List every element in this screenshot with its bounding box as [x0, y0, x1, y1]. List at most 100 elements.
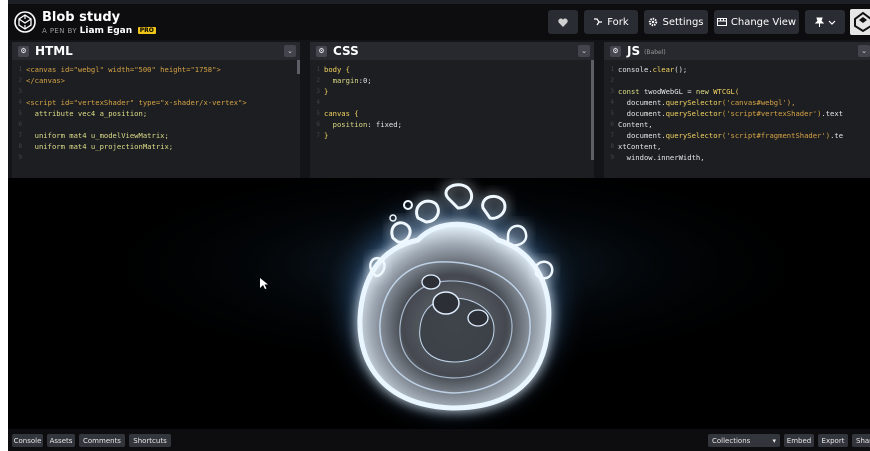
code-token: } — [324, 131, 329, 140]
code-line[interactable]: 9 — [12, 152, 300, 163]
line-number: 1 — [610, 66, 614, 73]
css-scrollbar[interactable] — [591, 60, 594, 160]
code-text: body { — [324, 65, 350, 74]
html-scrollbar[interactable] — [297, 60, 300, 74]
html-settings-gear-icon[interactable]: ⚙ — [18, 45, 29, 57]
code-line[interactable]: 7 document.querySelector('script#fragmen… — [604, 130, 870, 141]
code-token: "webgl" — [73, 65, 109, 74]
line-number: 7 — [18, 132, 22, 139]
code-line[interactable]: 7 uniform mat4 u_modelViewMatrix; — [12, 130, 300, 141]
line-number: 6 — [18, 121, 22, 128]
css-pane-chevron-down-icon[interactable]: ⌄ — [578, 45, 590, 57]
line-number: 3 — [610, 88, 614, 95]
js-pane-chevron-down-icon[interactable]: ⌄ — [858, 45, 870, 57]
line-number: 2 — [316, 77, 320, 84]
line-number: 3 — [316, 88, 320, 95]
code-text: } — [324, 131, 328, 140]
js-settings-gear-icon[interactable]: ⚙ — [610, 45, 621, 57]
code-line[interactable]: 3 const twodWebGL = new WTCGL( — [604, 86, 870, 97]
code-line[interactable]: 5 attribute vec4 a_position; — [12, 108, 300, 119]
code-text: uniform mat4 u_projectionMatrix; — [26, 142, 174, 151]
code-token: window.innerWidth, — [618, 153, 705, 162]
code-token: attribute vec4 a_position; — [26, 109, 148, 118]
code-token: "1758" — [190, 65, 217, 74]
code-text: const twodWebGL = new WTCGL( — [618, 87, 739, 96]
code-line[interactable]: 4 <script id="vertexShader" type="x-shade… — [12, 97, 300, 108]
html-editor-pane[interactable]: ⚙ HTML ⌄ 1 <canvas id="webgl" width="500"… — [12, 42, 300, 178]
change-view-label: Change View — [730, 16, 797, 28]
code-token: document. — [618, 131, 666, 140]
line-number: 9 — [18, 154, 22, 161]
code-token: querySelector — [665, 131, 722, 140]
fork-button[interactable]: Fork — [584, 10, 638, 34]
code-token: id= — [60, 98, 74, 107]
code-line[interactable]: 7} — [310, 130, 594, 141]
assets-button[interactable]: Assets — [47, 434, 75, 447]
pen-title[interactable]: Blob study — [42, 10, 120, 25]
js-editor-pane[interactable]: ⚙ JS (Babel) ⌄ 1 console.clear(); 2 3 const … — [604, 42, 870, 178]
gear-icon — [649, 17, 658, 27]
code-line[interactable]: 1 console.clear(); — [604, 64, 870, 75]
shortcuts-button[interactable]: Shortcuts — [129, 434, 171, 447]
code-token: height= — [160, 65, 191, 74]
author-link[interactable]: Liam Egan — [80, 26, 132, 36]
code-text: document.querySelector('script#vertexSha… — [618, 109, 843, 118]
code-line[interactable]: 6 — [12, 119, 300, 130]
user-avatar[interactable] — [850, 9, 870, 35]
code-text: xtContent, — [618, 142, 661, 151]
code-line[interactable]: 4 — [310, 97, 594, 108]
code-text: <script id="vertexShader" type="x-shader… — [26, 98, 247, 107]
comments-button[interactable]: Comments — [79, 434, 125, 447]
code-text: attribute vec4 a_position; — [26, 109, 148, 118]
js-code[interactable]: 1 console.clear(); 2 3 const twodWebGL = new… — [604, 60, 870, 163]
code-token: body { — [324, 65, 350, 74]
code-line[interactable]: 6 Content, — [604, 119, 870, 130]
code-text: <canvas id="webgl" width="500" height="1… — [26, 65, 221, 74]
result-preview[interactable] — [8, 178, 870, 429]
code-token: ('script#vertexShader') — [721, 109, 822, 118]
code-line[interactable]: 6 position: fixed; — [310, 119, 594, 130]
css-settings-gear-icon[interactable]: ⚙ — [316, 45, 327, 57]
line-number: 6 — [610, 121, 614, 128]
like-button[interactable] — [548, 10, 578, 34]
code-token: const — [618, 87, 644, 96]
code-token: new — [695, 87, 714, 96]
pin-menu-button[interactable] — [805, 10, 845, 34]
code-line[interactable]: 4 document.querySelector('canvas#webgl')… — [604, 97, 870, 108]
code-line[interactable]: 8 xtContent, — [604, 141, 870, 152]
code-line[interactable]: 2 </canvas> — [12, 75, 300, 86]
code-line[interactable]: 5 document.querySelector('script#vertexS… — [604, 108, 870, 119]
css-code[interactable]: 1 body {2 margin:0; 3} 4 5 canvas {6 position… — [310, 60, 594, 141]
embed-button[interactable]: Embed — [784, 434, 814, 447]
html-pane-chevron-down-icon[interactable]: ⌄ — [284, 45, 296, 57]
pen-byline: A PEN BY Liam Egan PRO — [42, 26, 156, 36]
code-line[interactable]: 1 body { — [310, 64, 594, 75]
code-text: uniform mat4 u_modelViewMatrix; — [26, 131, 169, 140]
collections-dropdown[interactable]: Collections ▾ — [708, 434, 780, 447]
js-pane-header: ⚙ JS (Babel) ⌄ — [604, 42, 870, 60]
code-line[interactable]: 5 canvas { — [310, 108, 594, 119]
code-line[interactable]: 2 margin:0; — [310, 75, 594, 86]
line-number: 8 — [610, 143, 614, 150]
settings-button[interactable]: Settings — [644, 10, 708, 34]
share-button[interactable]: Share — [852, 434, 870, 447]
code-line[interactable]: 3 — [12, 86, 300, 97]
pin-icon — [814, 17, 824, 27]
html-code[interactable]: 1 <canvas id="webgl" width="500" height="… — [12, 60, 300, 163]
css-editor-pane[interactable]: ⚙ CSS ⌄ 1 body {2 margin:0; 3} 4 5 canvas {6 … — [310, 42, 594, 178]
footer-bar: Console Assets Comments Shortcuts Collec… — [8, 429, 870, 451]
code-line[interactable]: 2 — [604, 75, 870, 86]
change-view-button[interactable]: Change View — [714, 10, 799, 34]
code-line[interactable]: 9 window.innerWidth, — [604, 152, 870, 163]
export-button[interactable]: Export — [818, 434, 848, 447]
code-token: .te — [830, 131, 844, 140]
codepen-logo-icon[interactable] — [14, 11, 36, 33]
console-button[interactable]: Console — [12, 434, 43, 447]
css-pane-header: ⚙ CSS ⌄ — [310, 42, 594, 60]
code-line[interactable]: 1 <canvas id="webgl" width="500" height="… — [12, 64, 300, 75]
code-line[interactable]: 3} — [310, 86, 594, 97]
code-token: clear — [652, 65, 675, 74]
code-line[interactable]: 8 uniform mat4 u_projectionMatrix; — [12, 141, 300, 152]
chevron-down-icon — [828, 20, 835, 25]
webgl-canvas[interactable] — [8, 178, 870, 429]
